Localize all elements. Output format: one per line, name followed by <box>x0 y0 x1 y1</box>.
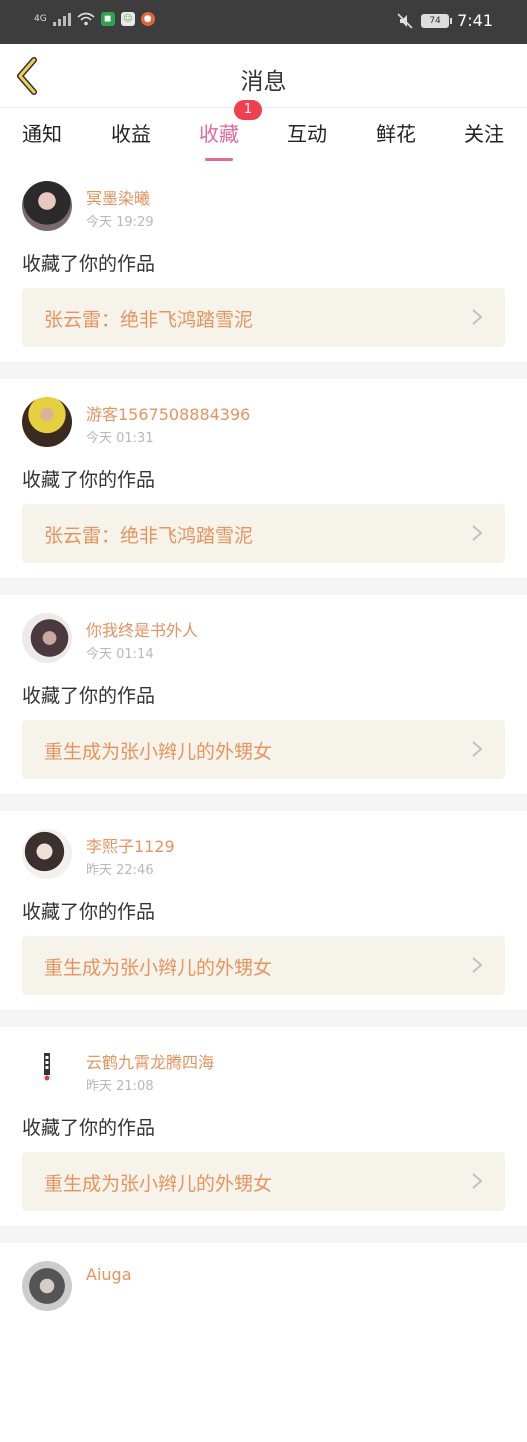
avatar[interactable] <box>22 397 72 447</box>
chevron-right-icon <box>472 741 483 757</box>
work-title: 重生成为张小辫儿的外甥女 <box>44 1173 273 1195</box>
avatar[interactable] <box>22 1261 72 1311</box>
signal-icon <box>52 12 71 26</box>
unread-badge: 1 <box>234 100 262 120</box>
active-tab-indicator <box>205 158 233 161</box>
network-type: 4G <box>34 14 47 24</box>
app-notification-icon: ◼ <box>100 12 115 26</box>
divider <box>0 794 527 811</box>
work-link[interactable]: 张云雷：绝非飞鸿踏雪泥 <box>22 504 505 563</box>
user-name[interactable]: 冥墨染曦 <box>86 185 150 209</box>
work-link[interactable]: 重生成为张小辫儿的外甥女 <box>22 1152 505 1211</box>
mute-icon <box>397 12 413 29</box>
status-left-icons: 4G ◼ ☺ ● <box>34 12 155 26</box>
list-item: Aiuga <box>0 1243 527 1442</box>
status-bar: 4G ◼ ☺ ● 74 7:41 <box>0 0 527 44</box>
work-title: 重生成为张小辫儿的外甥女 <box>44 741 273 763</box>
nav-header: 消息 <box>0 44 527 108</box>
tab-notifications[interactable]: 通知 <box>22 118 62 147</box>
divider <box>0 362 527 379</box>
chevron-right-icon <box>472 957 483 973</box>
list-item: 冥墨染曦 今天 19:29 收藏了你的作品 张云雷：绝非飞鸿踏雪泥 <box>0 163 527 362</box>
divider <box>0 578 527 595</box>
list-item: 你我终是书外人 今天 01:14 收藏了你的作品 重生成为张小辫儿的外甥女 <box>0 595 527 794</box>
timestamp: 昨天 22:46 <box>86 863 154 878</box>
action-text: 收藏了你的作品 <box>22 1117 156 1139</box>
user-name[interactable]: 云鹤九霄龙腾四海 <box>86 1049 214 1073</box>
action-text: 收藏了你的作品 <box>22 901 156 923</box>
wifi-icon <box>77 12 95 26</box>
user-name[interactable]: 游客1567508884396 <box>86 401 250 425</box>
work-title: 张云雷：绝非飞鸿踏雪泥 <box>44 525 254 547</box>
clock: 7:41 <box>457 11 493 30</box>
work-title: 重生成为张小辫儿的外甥女 <box>44 957 273 979</box>
avatar-art <box>44 1053 50 1081</box>
action-text: 收藏了你的作品 <box>22 685 156 707</box>
battery-icon: 74 <box>421 13 453 28</box>
timestamp: 昨天 21:08 <box>86 1079 154 1094</box>
chevron-right-icon <box>472 525 483 541</box>
app-notification-icon: ☺ <box>120 12 135 26</box>
tab-favorites[interactable]: 收藏 <box>199 118 239 161</box>
tab-favorites-label: 收藏 <box>199 122 239 146</box>
work-link[interactable]: 重生成为张小辫儿的外甥女 <box>22 936 505 995</box>
chevron-right-icon <box>472 1173 483 1189</box>
tab-follows[interactable]: 关注 <box>464 118 504 147</box>
list-item: 李熙子1129 昨天 22:46 收藏了你的作品 重生成为张小辫儿的外甥女 <box>0 811 527 1010</box>
timestamp: 今天 01:31 <box>86 431 154 446</box>
divider <box>0 1010 527 1027</box>
favorites-feed: 冥墨染曦 今天 19:29 收藏了你的作品 张云雷：绝非飞鸿踏雪泥 游客1567… <box>0 163 527 1442</box>
action-text: 收藏了你的作品 <box>22 469 156 491</box>
tab-earnings[interactable]: 收益 <box>111 118 151 147</box>
user-name[interactable]: 你我终是书外人 <box>86 617 198 641</box>
divider <box>0 1226 527 1243</box>
list-item: 游客1567508884396 今天 01:31 收藏了你的作品 张云雷：绝非飞… <box>0 379 527 578</box>
action-text: 收藏了你的作品 <box>22 253 156 275</box>
user-name[interactable]: 李熙子1129 <box>86 833 175 857</box>
timestamp: 今天 19:29 <box>86 215 154 230</box>
timestamp: 今天 01:14 <box>86 647 154 662</box>
work-title: 张云雷：绝非飞鸿踏雪泥 <box>44 309 254 331</box>
avatar[interactable] <box>22 829 72 879</box>
page-title: 消息 <box>240 69 287 95</box>
list-item: 云鹤九霄龙腾四海 昨天 21:08 收藏了你的作品 重生成为张小辫儿的外甥女 <box>0 1027 527 1226</box>
avatar[interactable] <box>22 1045 72 1095</box>
status-right-icons: 74 7:41 <box>397 11 493 30</box>
avatar[interactable] <box>22 613 72 663</box>
app-notification-icon: ● <box>140 12 155 26</box>
chevron-right-icon <box>472 309 483 325</box>
avatar[interactable] <box>22 181 72 231</box>
user-name[interactable]: Aiuga <box>86 1265 132 1284</box>
work-link[interactable]: 张云雷：绝非飞鸿踏雪泥 <box>22 288 505 347</box>
tab-flowers[interactable]: 鲜花 <box>376 118 416 147</box>
tab-bar: 通知 收益 收藏 互动 鲜花 关注 <box>0 108 527 161</box>
tab-interactions[interactable]: 互动 <box>287 118 327 147</box>
work-link[interactable]: 重生成为张小辫儿的外甥女 <box>22 720 505 779</box>
